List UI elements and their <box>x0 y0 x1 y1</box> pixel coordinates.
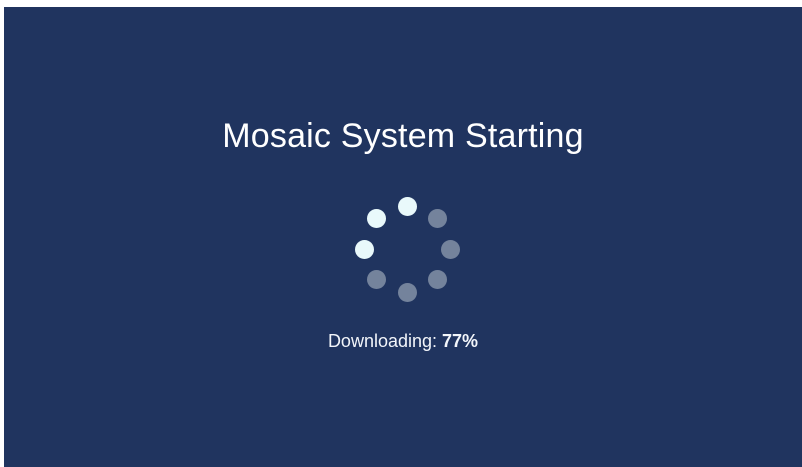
loading-spinner-icon <box>352 194 462 304</box>
page-title: Mosaic System Starting <box>222 117 584 155</box>
progress-percent: 77% <box>442 331 479 351</box>
spinner-dot <box>397 196 417 216</box>
spinner-dot <box>397 282 417 302</box>
startup-screen: Mosaic System Starting Downloading: 77% <box>4 7 802 467</box>
spinner-dot <box>427 269 447 289</box>
spinner-dot <box>354 239 374 259</box>
spinner-dot <box>427 209 447 229</box>
download-status: Downloading: 77% <box>4 331 802 352</box>
spinner-dot <box>440 239 460 259</box>
spinner-dot <box>367 269 387 289</box>
spinner-dot <box>367 209 387 229</box>
status-label: Downloading: <box>327 331 438 351</box>
